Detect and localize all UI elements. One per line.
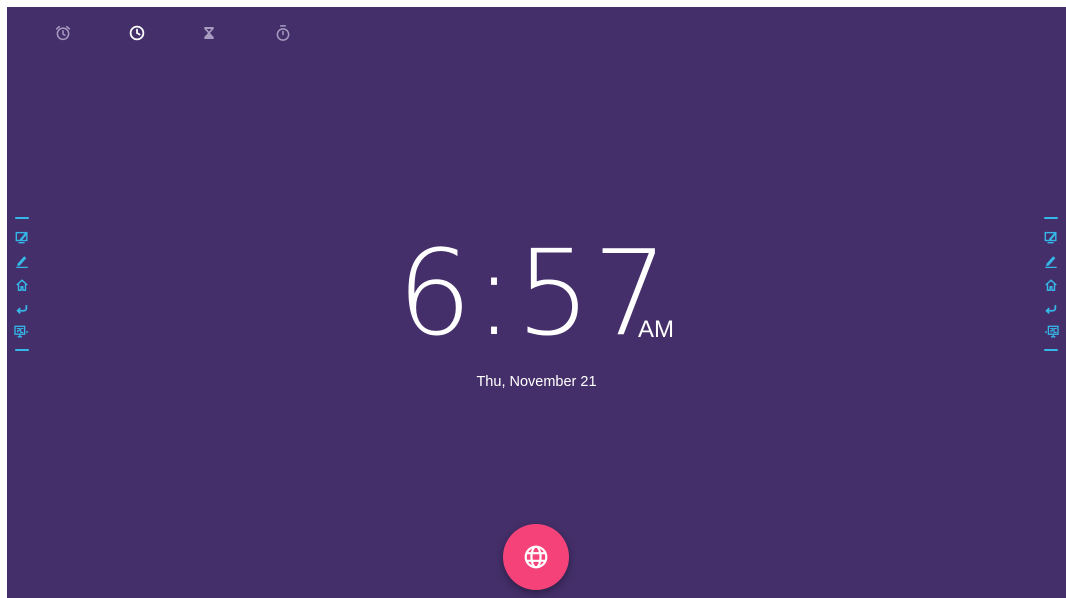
pc-source-icon bbox=[1044, 325, 1059, 338]
back-icon bbox=[16, 305, 28, 314]
pen-icon bbox=[1045, 256, 1057, 268]
back-button[interactable] bbox=[14, 300, 30, 318]
annotate-screen-button[interactable] bbox=[1043, 228, 1059, 246]
home-icon bbox=[1045, 279, 1057, 291]
toolbar-handle-bottom[interactable] bbox=[15, 349, 29, 351]
toolbar-handle-bottom[interactable] bbox=[1044, 349, 1058, 351]
am-pm-indicator: AM bbox=[638, 316, 674, 343]
date-label: Thu, November 21 bbox=[476, 374, 597, 390]
annotate-screen-button[interactable] bbox=[14, 228, 30, 246]
pc-source-button[interactable] bbox=[14, 323, 30, 341]
back-icon bbox=[1045, 305, 1057, 314]
digital-clock: 6:57 AM Thu, November 21 bbox=[7, 7, 1066, 598]
time-digits: 6:57 bbox=[397, 224, 670, 362]
cities-fab-button[interactable] bbox=[503, 524, 569, 590]
back-button[interactable] bbox=[1043, 300, 1059, 318]
right-side-toolbar bbox=[1043, 213, 1059, 353]
toolbar-handle-top[interactable] bbox=[1044, 217, 1058, 219]
globe-icon bbox=[524, 545, 548, 569]
pc-source-button[interactable] bbox=[1043, 323, 1059, 341]
home-button[interactable] bbox=[1043, 276, 1059, 294]
clock-screen: 6:57 AM Thu, November 21 bbox=[7, 7, 1066, 598]
pc-source-icon bbox=[14, 325, 29, 338]
annotate-screen-icon bbox=[1044, 231, 1057, 244]
left-side-toolbar bbox=[14, 213, 30, 353]
toolbar-handle-top[interactable] bbox=[15, 217, 29, 219]
home-button[interactable] bbox=[14, 276, 30, 294]
annotate-screen-icon bbox=[15, 231, 28, 244]
pen-icon bbox=[16, 256, 28, 268]
pen-button[interactable] bbox=[14, 252, 30, 270]
home-icon bbox=[16, 279, 28, 291]
time-display: 6:57 bbox=[397, 222, 670, 352]
pen-button[interactable] bbox=[1043, 252, 1059, 270]
